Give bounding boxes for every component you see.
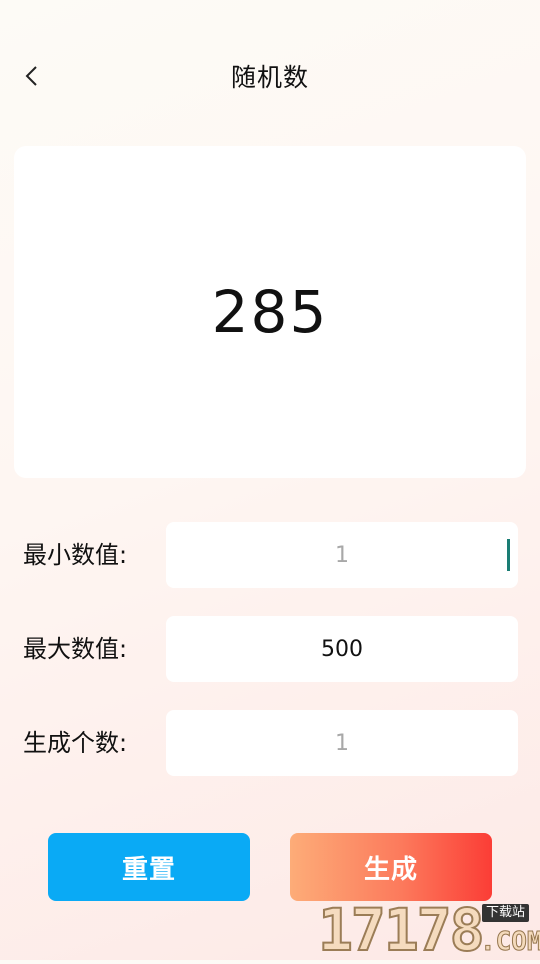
max-value-input[interactable] — [166, 616, 518, 682]
header: 随机数 — [0, 0, 540, 150]
generate-button[interactable]: 生成 — [290, 833, 492, 901]
min-value-field-box — [166, 522, 518, 588]
watermark-tag: 下载站 — [482, 904, 530, 922]
min-value-label: 最小数值: — [23, 541, 128, 569]
max-value-label: 最大数值: — [23, 635, 128, 663]
max-value-row: 最大数值: — [0, 616, 540, 682]
min-value-input[interactable] — [166, 522, 518, 588]
result-number: 285 — [211, 278, 329, 346]
watermark-domain: .COM — [480, 927, 540, 958]
count-field-box — [166, 710, 518, 776]
text-caret — [507, 539, 510, 571]
count-row: 生成个数: — [0, 710, 540, 776]
count-input[interactable] — [166, 710, 518, 776]
count-label: 生成个数: — [23, 729, 128, 757]
watermark-digits: 17178 — [317, 896, 486, 964]
max-value-field-box — [166, 616, 518, 682]
result-card: 285 — [14, 146, 526, 478]
min-value-row: 最小数值: — [0, 522, 540, 588]
watermark-logo: 17178 下载站 .COM — [314, 896, 540, 964]
page-title: 随机数 — [230, 63, 309, 92]
reset-button[interactable]: 重置 — [48, 833, 250, 901]
